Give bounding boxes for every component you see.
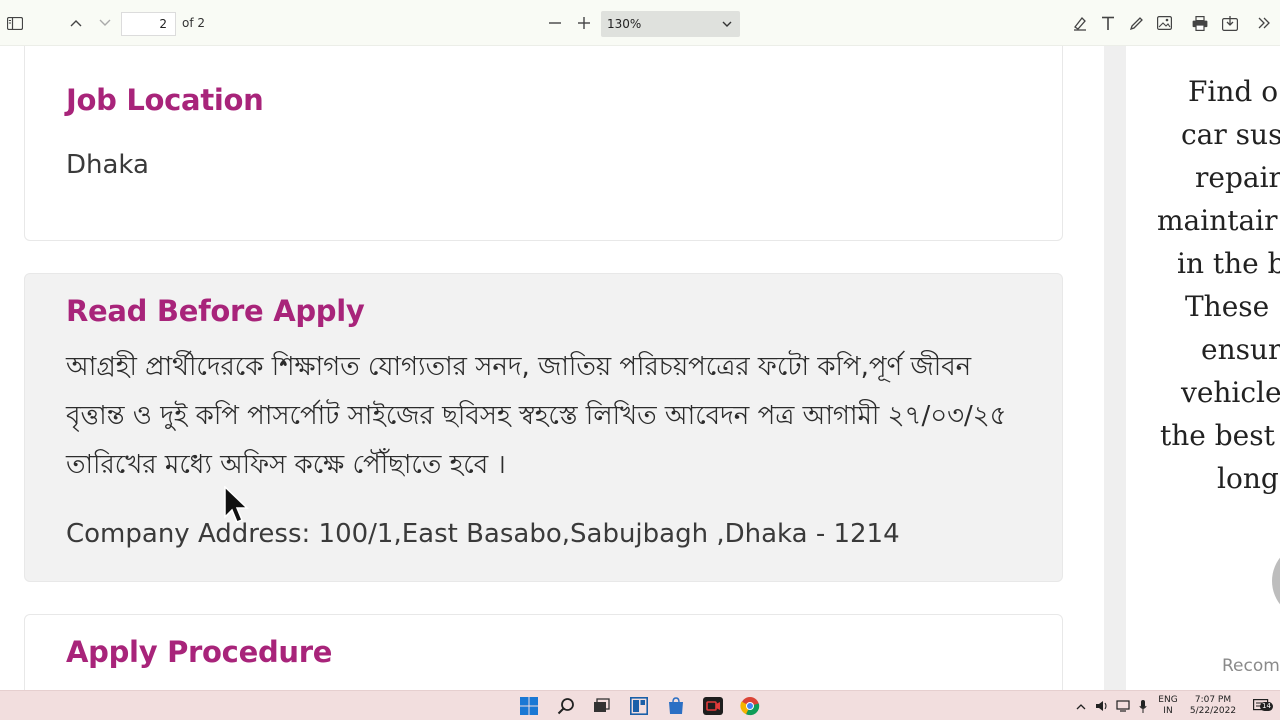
page-count-label: of 2 (182, 16, 206, 30)
side-text-line: repair (1195, 161, 1280, 194)
next-page-button[interactable] (95, 0, 115, 46)
input-language-indicator[interactable]: ENG IN (1156, 695, 1180, 717)
side-text-line: the best (1160, 419, 1275, 452)
side-text-line: long (1217, 462, 1279, 495)
zoom-out-button[interactable] (545, 0, 565, 46)
task-view-icon[interactable] (590, 696, 612, 716)
zoom-in-button[interactable] (574, 0, 594, 46)
notification-center[interactable]: 14 (1250, 696, 1273, 716)
side-text-line: ensur (1201, 333, 1280, 366)
plus-icon (578, 17, 590, 29)
chat-bubble-button[interactable] (1272, 543, 1280, 619)
draw-icon[interactable] (1126, 0, 1146, 46)
side-text-line: These (1185, 290, 1270, 323)
chevron-down-icon (99, 19, 111, 26)
zoom-value: 130% (607, 17, 642, 31)
clock[interactable]: 7:07 PM 5/22/2022 (1184, 695, 1242, 717)
network-icon[interactable] (1116, 696, 1130, 716)
job-location-value: Dhaka (66, 150, 149, 180)
screen-recorder-icon[interactable] (702, 696, 724, 716)
pdf-document-area[interactable]: Job Location Dhaka Read Before Apply আগ্… (0, 46, 1104, 690)
save-icon[interactable] (1220, 0, 1240, 46)
windows-taskbar: ENG IN 7:07 PM 5/22/2022 14 (0, 690, 1280, 720)
notification-count-badge: 14 (1260, 702, 1273, 711)
text-icon[interactable] (1098, 0, 1118, 46)
job-location-heading: Job Location (66, 83, 264, 117)
minus-icon (549, 22, 561, 24)
zoom-select[interactable]: 130% (601, 11, 740, 37)
read-before-apply-card: Read Before Apply আগ্রহী প্রার্থীদেরকে শ… (24, 273, 1063, 582)
page-number-input[interactable]: 2 (121, 12, 176, 36)
volume-icon[interactable] (1094, 696, 1108, 716)
chevron-down-icon (722, 11, 732, 46)
print-icon[interactable] (1190, 0, 1210, 46)
windows-start-icon[interactable] (518, 696, 540, 716)
side-text-line: maintair (1157, 204, 1278, 237)
recommended-label: Recomm (1222, 656, 1280, 676)
chrome-icon[interactable] (738, 696, 762, 716)
company-address: Company Address: 100/1,East Basabo,Sabuj… (66, 519, 900, 549)
microsoft-store-icon[interactable] (665, 696, 687, 716)
side-text-line: car sus (1181, 118, 1280, 151)
microphone-icon[interactable] (1138, 696, 1148, 716)
read-before-apply-heading: Read Before Apply (66, 294, 365, 328)
clock-time: 7:07 PM (1194, 695, 1232, 705)
side-text-line: in the b (1177, 247, 1280, 280)
image-icon[interactable] (1154, 0, 1174, 46)
region-code: IN (1163, 706, 1173, 716)
widgets-icon[interactable] (628, 696, 650, 716)
side-panel: Find o car sus repair maintair in the b … (1104, 46, 1280, 690)
side-text-line: vehicle (1181, 376, 1280, 409)
job-location-card: Job Location Dhaka (24, 46, 1063, 241)
pdf-toolbar: 2 of 2 130% (0, 0, 1280, 46)
side-advert-card: Find o car sus repair maintair in the b … (1126, 46, 1280, 690)
clock-date: 5/22/2022 (1189, 706, 1237, 716)
apply-procedure-heading: Apply Procedure (66, 635, 333, 669)
apply-procedure-card: Apply Procedure (24, 614, 1063, 690)
mouse-cursor-icon (224, 485, 252, 530)
tray-overflow-icon[interactable] (1074, 696, 1088, 716)
chevron-up-icon (70, 20, 82, 27)
application-instructions-text: আগ্রহী প্রার্থীদেরকে শিক্ষাগত যোগ্যতার স… (66, 352, 1007, 480)
language-code: ENG (1158, 695, 1178, 705)
previous-page-button[interactable] (66, 0, 86, 46)
more-icon[interactable] (1254, 0, 1274, 46)
highlight-icon[interactable] (1070, 0, 1090, 46)
sidebar-toggle-icon[interactable] (4, 0, 26, 46)
side-text-line: Find o (1188, 75, 1279, 108)
search-icon[interactable] (555, 696, 577, 716)
